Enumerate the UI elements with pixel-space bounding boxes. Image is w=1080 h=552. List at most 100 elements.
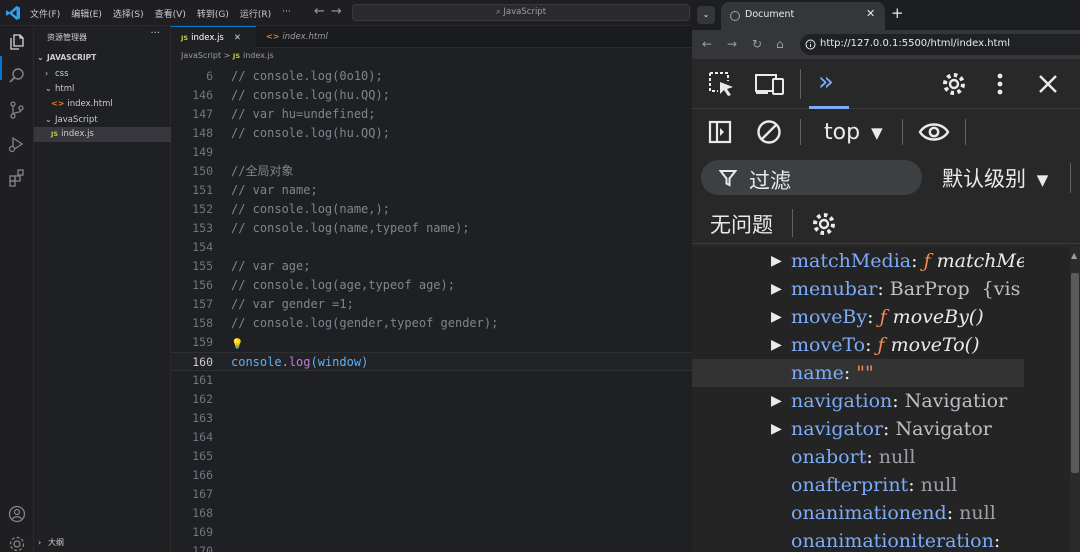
breadcrumb-folder[interactable]: JavaScript — [181, 51, 221, 60]
window-property-row[interactable]: name: "" — [692, 359, 1024, 387]
code-line[interactable]: 158 // console.log(gender,typeof gender); — [171, 314, 692, 333]
new-tab-button[interactable]: + — [891, 4, 904, 22]
menu-edit[interactable]: 编辑(E) — [71, 7, 102, 20]
code-line[interactable]: 159 💡 — [171, 333, 692, 352]
code-line[interactable]: 157 // var gender =1; — [171, 295, 692, 314]
window-property-row[interactable]: onafterprint: null — [692, 471, 1024, 499]
code-line[interactable]: 6 // console.log(0o10); — [171, 67, 692, 86]
code-line[interactable]: 154 — [171, 238, 692, 257]
tab-index-js[interactable]: JS index.js ✕ — [171, 26, 256, 48]
scrollbar[interactable]: ▲ — [1070, 247, 1080, 552]
code-line[interactable]: 163 — [171, 409, 692, 428]
context-selector[interactable]: top ▼ — [824, 120, 883, 145]
window-property-row[interactable]: ▶ matchMedia: ƒ matchMec — [692, 247, 1024, 275]
tab-search-chevron-icon[interactable]: ⌄ — [697, 6, 715, 24]
expand-triangle-icon[interactable]: ▶ — [771, 415, 782, 443]
device-toolbar-icon[interactable] — [754, 72, 786, 96]
code-line[interactable]: 168 — [171, 504, 692, 523]
explorer-files-icon[interactable] — [7, 32, 27, 52]
code-line[interactable]: 147 // var hu=undefined; — [171, 105, 692, 124]
close-icon[interactable] — [1038, 74, 1058, 94]
window-property-row[interactable]: onanimationiteration: — [692, 527, 1024, 552]
window-property-row[interactable]: ▶ navigator: Navigator — [692, 415, 1024, 443]
forward-arrow-icon[interactable]: → — [727, 37, 737, 51]
code-line[interactable]: 161 — [171, 371, 692, 390]
code-line[interactable]: 166 — [171, 466, 692, 485]
code-line[interactable]: 169 — [171, 523, 692, 542]
scroll-up-arrow-icon[interactable]: ▲ — [1071, 251, 1077, 260]
settings-gear-icon[interactable] — [7, 534, 27, 552]
code-line[interactable]: 162 — [171, 390, 692, 409]
scrollbar-thumb[interactable] — [1071, 273, 1079, 473]
log-levels-dropdown[interactable]: 默认级别 ▼ — [942, 163, 1048, 193]
expand-triangle-icon[interactable]: ▶ — [771, 247, 782, 275]
tree-folder-html[interactable]: ⌄ html — [34, 81, 171, 96]
code-line[interactable]: 170 — [171, 542, 692, 552]
menu-more[interactable]: ··· — [282, 7, 291, 20]
tab-index-html[interactable]: <> index.html — [256, 26, 351, 48]
extensions-icon[interactable] — [7, 168, 27, 188]
code-line[interactable]: 156 // console.log(age,typeof age); — [171, 276, 692, 295]
window-property-row[interactable]: ▶ navigation: Navigatior — [692, 387, 1024, 415]
menu-go[interactable]: 转到(G) — [197, 7, 229, 20]
more-options-icon[interactable] — [996, 72, 1004, 96]
account-icon[interactable] — [7, 504, 27, 524]
menu-selection[interactable]: 选择(S) — [113, 7, 144, 20]
breadcrumb-file[interactable]: index.js — [243, 51, 274, 60]
menu-file[interactable]: 文件(F) — [30, 7, 60, 20]
code-line[interactable]: 155 // var age; — [171, 257, 692, 276]
code-editor[interactable]: 6 // console.log(0o10); 146 // console.log(… — [171, 67, 692, 552]
back-arrow-icon[interactable]: ← — [702, 37, 712, 51]
code-line[interactable]: 148 // console.log(hu.QQ); — [171, 124, 692, 143]
code-line[interactable]: 164 — [171, 428, 692, 447]
code-line[interactable]: 150 //全局对象 — [171, 162, 692, 181]
expand-triangle-icon[interactable]: ▶ — [771, 275, 782, 303]
tree-file-index-html[interactable]: <> index.html — [34, 96, 171, 111]
browser-tab-document[interactable]: Document ✕ — [721, 2, 885, 30]
home-icon[interactable]: ⌂ — [776, 37, 784, 51]
live-expression-eye-icon[interactable] — [918, 121, 950, 143]
outline-section[interactable]: › 大纲 — [34, 534, 171, 552]
code-line[interactable]: 146 // console.log(hu.QQ); — [171, 86, 692, 105]
reload-icon[interactable]: ↻ — [752, 37, 762, 51]
code-line[interactable]: 149 — [171, 143, 692, 162]
window-property-row[interactable]: onanimationend: null — [692, 499, 1024, 527]
more-tabs-button[interactable]: » — [809, 59, 849, 109]
expand-triangle-icon[interactable]: ▶ — [771, 387, 782, 415]
code-line[interactable]: 165 — [171, 447, 692, 466]
site-info-icon[interactable] — [805, 39, 816, 50]
explorer-more-button[interactable]: ··· — [150, 28, 160, 39]
code-line[interactable]: 151 // var name; — [171, 181, 692, 200]
tree-folder-javascript[interactable]: ⌄ JavaScript — [34, 112, 171, 127]
window-property-row[interactable]: ▶ menubar: BarProp {vis — [692, 275, 1024, 303]
tree-folder-css[interactable]: › css — [34, 66, 171, 81]
address-bar[interactable]: http://127.0.0.1:5500/html/index.html — [800, 34, 1080, 55]
current-code-line[interactable]: 160 console.log(window) — [171, 352, 692, 371]
close-icon[interactable]: ✕ — [866, 7, 875, 20]
window-property-row[interactable]: ▶ moveBy: ƒ moveBy() — [692, 303, 1024, 331]
issues-count[interactable]: 无问题 — [710, 209, 773, 239]
back-arrow-icon[interactable]: ← — [314, 4, 331, 19]
clear-console-icon[interactable] — [756, 119, 782, 145]
console-settings-gear-icon[interactable] — [811, 211, 837, 237]
menu-view[interactable]: 查看(V) — [155, 7, 186, 20]
inspect-element-icon[interactable] — [708, 71, 736, 97]
tree-file-index-js[interactable]: JS index.js — [34, 127, 171, 142]
search-icon[interactable] — [7, 66, 27, 86]
filter-input[interactable]: 过滤 — [701, 160, 922, 195]
expand-triangle-icon[interactable]: ▶ — [771, 303, 782, 331]
code-line[interactable]: 152 // console.log(name,); — [171, 200, 692, 219]
window-property-row[interactable]: ▶ moveTo: ƒ moveTo() — [692, 331, 1024, 359]
forward-arrow-icon[interactable]: → — [331, 4, 348, 19]
source-control-icon[interactable] — [7, 100, 27, 120]
code-line[interactable]: 153 // console.log(name,typeof name); — [171, 219, 692, 238]
close-icon[interactable]: ✕ — [234, 33, 241, 43]
code-line[interactable]: 167 — [171, 485, 692, 504]
expand-triangle-icon[interactable]: ▶ — [771, 331, 782, 359]
command-center-search[interactable]: ⌕ JavaScript — [352, 4, 690, 21]
tree-root-javascript[interactable]: ⌄ JAVASCRIPT — [34, 50, 171, 65]
sidebar-toggle-icon[interactable] — [708, 120, 732, 144]
settings-gear-icon[interactable] — [941, 71, 967, 97]
run-debug-icon[interactable] — [7, 134, 27, 154]
console-output[interactable]: ▶ matchMedia: ƒ matchMec ▶ menubar: BarProp… — [692, 247, 1070, 552]
